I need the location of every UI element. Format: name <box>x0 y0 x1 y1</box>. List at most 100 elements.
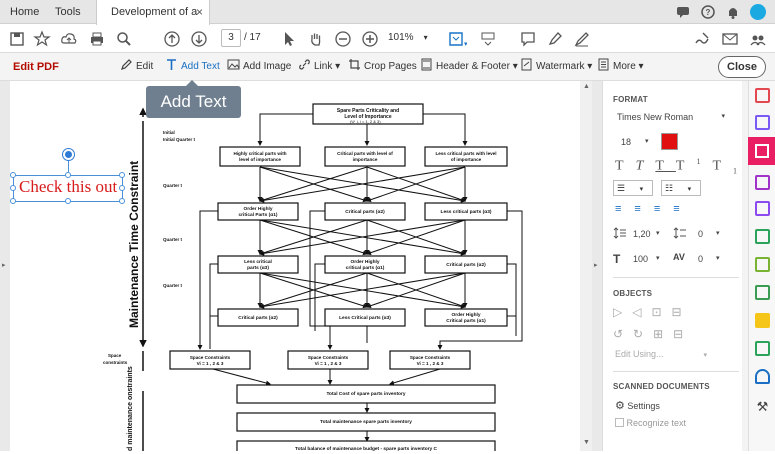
zoom-out-icon[interactable] <box>334 30 352 48</box>
edit-pdf-tool-active[interactable] <box>748 137 775 165</box>
save-icon[interactable] <box>8 30 26 48</box>
prev-page-icon[interactable] <box>163 30 181 48</box>
resize-handle-br[interactable] <box>119 198 125 204</box>
header-footer-label: Header & Footer ▾ <box>436 61 518 72</box>
row1-box-0: Highly critical parts with <box>233 151 286 156</box>
divider <box>613 277 739 278</box>
quarter-label-initial: Initial <box>163 130 175 135</box>
line-spacing-value[interactable]: 1,20 <box>633 229 651 239</box>
sign-pen-icon[interactable] <box>573 30 591 48</box>
font-color-swatch[interactable] <box>661 133 678 150</box>
right-panel-toggle[interactable]: ▸ <box>592 81 602 451</box>
comment-tool-icon[interactable] <box>755 313 770 328</box>
bullet-list-select[interactable]: ☰ ▾ <box>613 180 653 196</box>
bottom-vertical-label: d maintenance onstraints <box>127 366 134 451</box>
crop-pages-button[interactable]: Crop Pages <box>348 53 417 81</box>
rotate-handle[interactable] <box>63 149 74 160</box>
create-pdf-icon[interactable] <box>755 88 770 103</box>
tab-document[interactable]: Development of a s... × <box>96 0 210 42</box>
left-panel-toggle[interactable]: ▸ <box>0 81 10 451</box>
upload-cloud-icon[interactable] <box>60 30 78 48</box>
zoom-level-select[interactable]: 101% ▾ <box>388 29 436 47</box>
next-page-icon[interactable] <box>190 30 208 48</box>
close-tab-icon[interactable]: × <box>196 0 203 24</box>
watermark-button[interactable]: Watermark ▾ <box>520 53 592 81</box>
font-family-select[interactable]: Times New Roman ▾ <box>617 112 725 126</box>
char-spacing-value[interactable]: 0 <box>698 254 703 264</box>
chevron-down-icon: ▾ <box>716 230 720 237</box>
comment-icon[interactable] <box>519 30 537 48</box>
alignment-buttons[interactable]: ≡≡≡≡ <box>615 203 693 215</box>
tab-home[interactable]: Home <box>10 0 39 24</box>
row2-box-2: Less critical parts (α3) <box>441 209 492 215</box>
hand-tool-icon[interactable] <box>307 30 325 48</box>
numbered-list-select[interactable]: ☷ ▾ <box>661 180 701 196</box>
email-icon[interactable] <box>721 30 739 48</box>
redact-icon[interactable] <box>755 341 770 356</box>
row3-box-0b: parts (α3) <box>247 265 269 271</box>
highlight-pen-icon[interactable] <box>546 30 564 48</box>
space-box-0: Space Constraints <box>190 355 231 360</box>
zoom-in-icon[interactable] <box>361 30 379 48</box>
resize-handle-bl[interactable] <box>10 198 16 204</box>
space-box-1: Space Constraints <box>308 355 349 360</box>
export-pdf-icon[interactable] <box>755 175 770 190</box>
watermark-label: Watermark ▾ <box>536 61 593 72</box>
zoom-search-icon[interactable] <box>115 30 133 48</box>
bell-icon[interactable] <box>725 4 741 20</box>
scroll-down-icon[interactable]: ▼ <box>583 439 590 446</box>
fill-sign-icon[interactable] <box>693 30 711 48</box>
paragraph-spacing-value[interactable]: 0 <box>698 229 703 239</box>
font-size-select[interactable]: 18 ▾ <box>621 137 651 147</box>
text-style-buttons[interactable]: TTTT1T1 <box>615 157 749 175</box>
pdf-page[interactable]: Maintenance Time Constraint d maintenanc… <box>10 81 580 454</box>
edit-button[interactable]: Edit <box>120 53 153 81</box>
bookmark-star-icon[interactable] <box>33 30 51 48</box>
object-arrange-buttons[interactable]: ▷◁⊡⊟ <box>613 305 692 319</box>
print-icon[interactable] <box>88 30 106 48</box>
edit-pdf-title: Edit PDF <box>13 61 59 73</box>
more-button[interactable]: More ▾ <box>597 53 644 81</box>
resize-handle-tr[interactable] <box>119 172 125 178</box>
avatar[interactable] <box>749 3 767 21</box>
resize-handle-r[interactable] <box>119 185 125 191</box>
help-icon[interactable]: ? <box>700 4 716 20</box>
row4-box-1: Less Critical parts (α3) <box>339 315 391 321</box>
more-icon <box>598 58 609 71</box>
edit-using-select[interactable]: Edit Using... ▾ <box>615 349 707 359</box>
page-number-input[interactable]: 3 <box>221 29 241 47</box>
scale-value[interactable]: 100 <box>633 254 648 264</box>
add-text-button[interactable]: Add Text <box>165 53 220 81</box>
scroll-mode-icon[interactable] <box>479 30 497 48</box>
fit-page-icon[interactable]: ▾ <box>447 30 467 48</box>
resize-handle-b[interactable] <box>65 198 71 204</box>
line-spacing-icon <box>613 227 626 239</box>
close-button[interactable]: Close <box>718 56 766 78</box>
image-icon <box>227 59 240 70</box>
vertical-scrollbar[interactable]: ▲ ▼ <box>580 81 592 451</box>
tab-tools[interactable]: Tools <box>55 0 81 24</box>
link-button[interactable]: Link ▾ <box>298 53 340 81</box>
more-tools-icon[interactable]: ⚒ <box>755 399 770 414</box>
row1-box-1b: importance <box>353 157 378 162</box>
combine-files-icon[interactable] <box>755 115 770 130</box>
added-text-content[interactable]: Check this out <box>19 177 117 197</box>
add-image-button[interactable]: Add Image <box>227 53 291 81</box>
organize-pages-icon[interactable] <box>755 229 770 244</box>
scroll-up-icon[interactable]: ▲ <box>583 83 590 90</box>
header-footer-button[interactable]: Header & Footer ▾ <box>420 53 518 81</box>
select-cursor-icon[interactable] <box>280 30 298 48</box>
compress-pdf-icon[interactable] <box>755 257 770 272</box>
resize-handle-l[interactable] <box>10 185 16 191</box>
protect-icon[interactable] <box>755 369 770 384</box>
space-box-1b: Vi = 1 , 2 & 3 <box>315 361 342 366</box>
share-icon[interactable] <box>749 30 767 48</box>
resize-handle-tl[interactable] <box>10 172 16 178</box>
scan-ocr-icon[interactable] <box>755 285 770 300</box>
page-total: / 17 <box>244 32 261 43</box>
object-rotate-buttons[interactable]: ↺↻⊞⊟ <box>613 327 693 341</box>
fill-sign-tool-icon[interactable] <box>755 201 770 216</box>
recognize-text-checkbox[interactable]: Recognize text <box>615 418 686 428</box>
settings-button[interactable]: ⚙ Settings <box>615 399 660 412</box>
chat-icon[interactable] <box>675 4 691 20</box>
